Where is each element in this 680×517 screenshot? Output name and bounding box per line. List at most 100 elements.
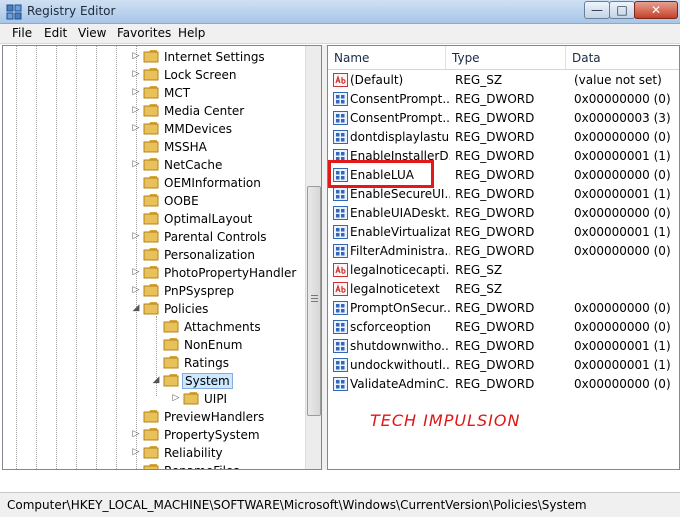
value-data-cell: 0x00000000 (0) — [574, 92, 671, 106]
menu-favorites[interactable]: Favorites — [117, 26, 171, 40]
value-row[interactable]: shutdownwitho... REG_DWORD 0x00000001 (1) — [328, 337, 679, 356]
value-type-cell: REG_DWORD — [455, 130, 535, 144]
value-row[interactable]: EnableVirtualizat... REG_DWORD 0x00000001 … — [328, 223, 679, 242]
tree-node-label[interactable]: PhotoPropertyHandler — [162, 265, 298, 281]
tree-scrollbar[interactable] — [305, 46, 321, 469]
tree-node[interactable]: ◢ Policies — [3, 300, 303, 318]
menu-help[interactable]: Help — [178, 26, 205, 40]
tree-node-label[interactable]: RenameFiles — [162, 463, 242, 469]
folder-icon — [143, 104, 159, 117]
tree-node[interactable]: OEMInformation — [3, 174, 303, 192]
dword-value-icon — [333, 358, 348, 372]
tree-node[interactable]: ▷ Media Center — [3, 102, 303, 120]
value-row[interactable]: undockwithoutl... REG_DWORD 0x00000001 (1) — [328, 356, 679, 375]
tree-node-label[interactable]: Reliability — [162, 445, 225, 461]
tree-node-label[interactable]: MMDevices — [162, 121, 234, 137]
status-path: Computer\HKEY_LOCAL_MACHINE\SOFTWARE\Mic… — [7, 498, 587, 512]
key-tree-pane[interactable]: ▷ Internet Settings ▷ Lock Screen ▷ MCT ▷ Media… — [2, 45, 322, 470]
tree-node[interactable]: ▷ MCT — [3, 84, 303, 102]
tree-node-label[interactable]: OOBE — [162, 193, 201, 209]
tree-node-label[interactable]: Attachments — [182, 319, 263, 335]
tree-expander-icon[interactable]: ▷ — [131, 231, 141, 241]
tree-expander-icon[interactable]: ▷ — [131, 69, 141, 79]
tree-expander-icon[interactable]: ◢ — [151, 375, 161, 385]
tree-node[interactable]: ▷ Parental Controls — [3, 228, 303, 246]
value-row[interactable]: PromptOnSecur... REG_DWORD 0x00000000 (0) — [328, 299, 679, 318]
value-row[interactable]: scforceoption REG_DWORD 0x00000000 (0) — [328, 318, 679, 337]
column-header-data[interactable]: Data — [566, 46, 679, 70]
menu-view[interactable]: View — [78, 26, 106, 40]
tree-node-label[interactable]: NonEnum — [182, 337, 244, 353]
tree-node[interactable]: ▷ Lock Screen — [3, 66, 303, 84]
value-row[interactable]: ConsentPrompt... REG_DWORD 0x00000003 (3) — [328, 109, 679, 128]
tree-node-label[interactable]: Lock Screen — [162, 67, 238, 83]
value-type-cell: REG_DWORD — [455, 187, 535, 201]
tree-node[interactable]: PreviewHandlers — [3, 408, 303, 426]
tree-node-label[interactable]: UIPI — [202, 391, 229, 407]
tree-node[interactable]: Ratings — [3, 354, 303, 372]
tree-node-label[interactable]: PropertySystem — [162, 427, 262, 443]
tree-expander-icon[interactable]: ◢ — [131, 303, 141, 313]
menu-file[interactable]: File — [12, 26, 32, 40]
tree-node[interactable]: NonEnum — [3, 336, 303, 354]
tree-expander-icon[interactable]: ▷ — [171, 393, 181, 403]
value-row[interactable]: FilterAdministra... REG_DWORD 0x00000000 (… — [328, 242, 679, 261]
close-button[interactable]: ✕ — [634, 1, 678, 19]
tree-expander-icon[interactable]: ▷ — [131, 429, 141, 439]
values-list-pane[interactable]: Name Type Data (Default) REG_SZ (value not… — [327, 45, 680, 470]
tree-node[interactable]: ▷ PhotoPropertyHandler — [3, 264, 303, 282]
tree-node[interactable]: ▷ UIPI — [3, 390, 303, 408]
tree-node-label[interactable]: System — [182, 373, 233, 389]
tree-node-label[interactable]: Policies — [162, 301, 210, 317]
tree-expander-icon[interactable]: ▷ — [131, 87, 141, 97]
tree-node-label[interactable]: PreviewHandlers — [162, 409, 266, 425]
tree-node[interactable]: Personalization — [3, 246, 303, 264]
tree-node-label[interactable]: PnPSysprep — [162, 283, 236, 299]
tree-node[interactable]: ◢ System — [3, 372, 303, 390]
value-name-cell: ConsentPrompt... — [350, 111, 450, 125]
tree-node[interactable]: MSSHA — [3, 138, 303, 156]
tree-expander-icon[interactable]: ▷ — [131, 159, 141, 169]
tree-node[interactable]: OptimalLayout — [3, 210, 303, 228]
tree-node[interactable]: OOBE — [3, 192, 303, 210]
tree-node-label[interactable]: OptimalLayout — [162, 211, 254, 227]
maximize-button[interactable]: □ — [609, 1, 635, 19]
value-row[interactable]: (Default) REG_SZ (value not set) — [328, 71, 679, 90]
value-row[interactable]: ConsentPrompt... REG_DWORD 0x00000000 (0) — [328, 90, 679, 109]
tree-node[interactable]: ▷ Internet Settings — [3, 48, 303, 66]
tree-node-label[interactable]: NetCache — [162, 157, 224, 173]
tree-expander-icon[interactable]: ▷ — [131, 51, 141, 61]
tree-node-label[interactable]: MSSHA — [162, 139, 209, 155]
value-data-cell: 0x00000000 (0) — [574, 206, 671, 220]
tree-node[interactable]: ▷ PnPSysprep — [3, 282, 303, 300]
tree-node-label[interactable]: MCT — [162, 85, 192, 101]
tree-node[interactable]: ▷ MMDevices — [3, 120, 303, 138]
column-header-name[interactable]: Name — [328, 46, 446, 70]
tree-node-label[interactable]: Internet Settings — [162, 49, 267, 65]
tree-node-label[interactable]: OEMInformation — [162, 175, 263, 191]
value-row[interactable]: dontdisplaylastu... REG_DWORD 0x00000000 (… — [328, 128, 679, 147]
value-row[interactable]: legalnoticetext REG_SZ — [328, 280, 679, 299]
tree-node-label[interactable]: Parental Controls — [162, 229, 269, 245]
tree-node-label[interactable]: Personalization — [162, 247, 257, 263]
tree-node[interactable]: RenameFiles — [3, 462, 303, 469]
tree-node-label[interactable]: Media Center — [162, 103, 246, 119]
tree-scrollbar-thumb[interactable] — [307, 186, 321, 416]
tree-expander-icon[interactable]: ▷ — [131, 285, 141, 295]
value-row[interactable]: legalnoticecapti... REG_SZ — [328, 261, 679, 280]
menu-edit[interactable]: Edit — [44, 26, 67, 40]
tree-expander-icon[interactable]: ▷ — [131, 123, 141, 133]
tree-node[interactable]: ▷ PropertySystem — [3, 426, 303, 444]
value-row[interactable]: EnableUIADeskt... REG_DWORD 0x00000000 (0) — [328, 204, 679, 223]
minimize-button[interactable]: — — [584, 1, 610, 19]
value-row[interactable]: ValidateAdminC... REG_DWORD 0x00000000 (0) — [328, 375, 679, 394]
tree-node-label[interactable]: Ratings — [182, 355, 231, 371]
column-header-type[interactable]: Type — [446, 46, 566, 70]
tree-node[interactable]: Attachments — [3, 318, 303, 336]
tree-expander-icon[interactable]: ▷ — [131, 267, 141, 277]
value-type-cell: REG_SZ — [455, 282, 503, 296]
tree-expander-icon[interactable]: ▷ — [131, 447, 141, 457]
tree-node[interactable]: ▷ Reliability — [3, 444, 303, 462]
tree-node[interactable]: ▷ NetCache — [3, 156, 303, 174]
tree-expander-icon[interactable]: ▷ — [131, 105, 141, 115]
